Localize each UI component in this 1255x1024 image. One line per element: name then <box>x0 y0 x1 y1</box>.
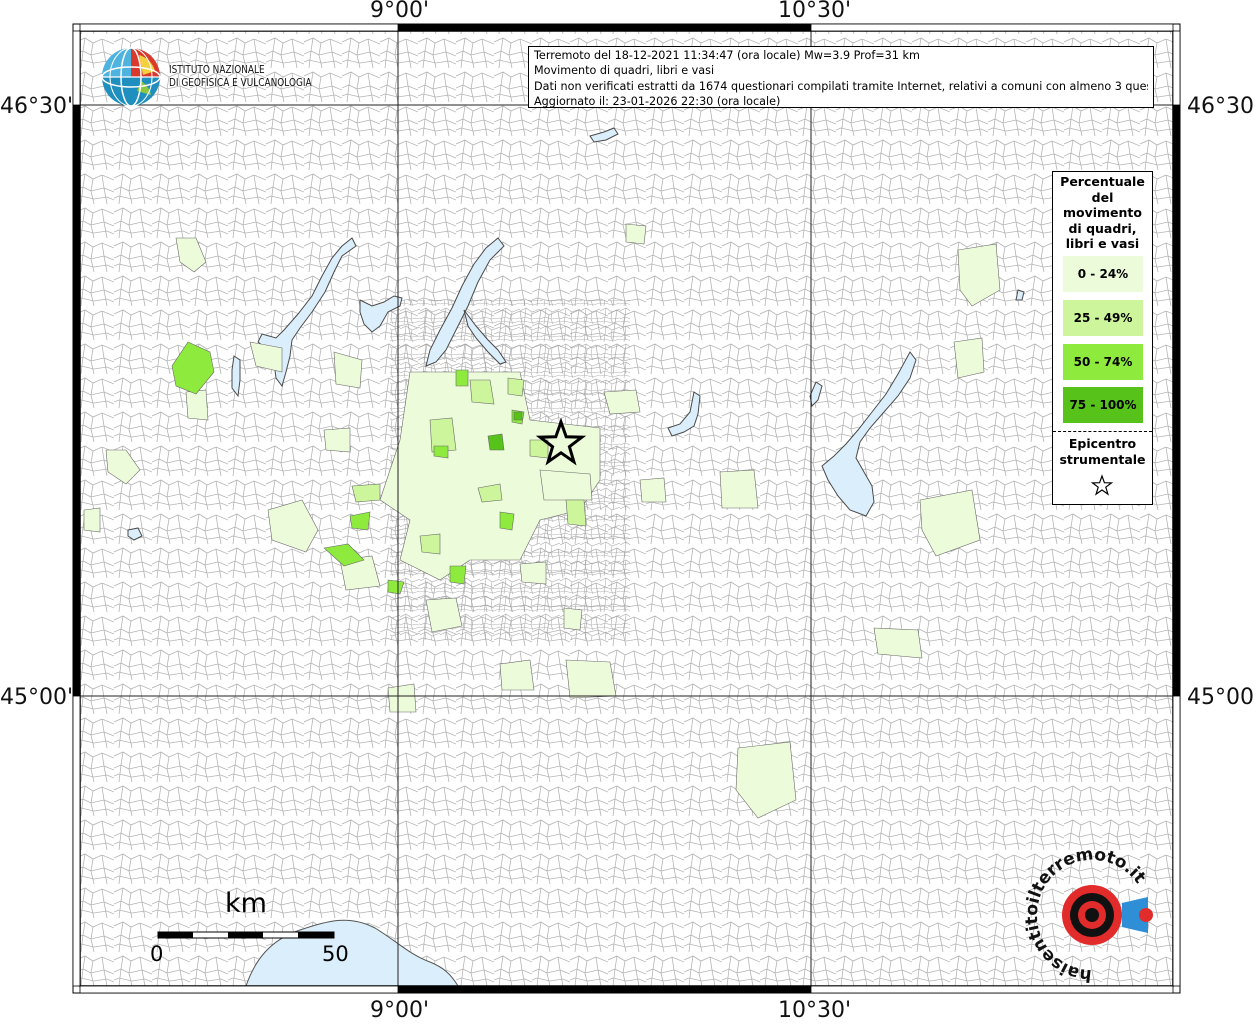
area-0-24 <box>565 659 617 699</box>
area-0-24 <box>953 337 985 379</box>
legend-title-line: del <box>1091 189 1114 205</box>
area-0-24 <box>603 389 641 415</box>
area-50-74 <box>433 445 449 459</box>
legend-title: Percentuale del movimento di quadri, lib… <box>1053 174 1152 252</box>
info-data-note: Dati non verificati estratti da 1674 que… <box>534 79 1148 93</box>
ingv-logo-icon <box>101 47 161 107</box>
area-0-24 <box>425 597 463 633</box>
area-50-74 <box>499 511 515 531</box>
area-0-24 <box>83 507 101 533</box>
area-25-49 <box>565 499 587 527</box>
ingv-line-1: ISTITUTO NAZIONALE <box>169 64 265 76</box>
lake-small-3 <box>1015 289 1025 301</box>
area-0-24 <box>499 659 535 691</box>
area-0-24 <box>563 607 583 631</box>
info-parameter: Movimento di quadri, libri e vasi <box>534 64 715 78</box>
legend-epicentre-label: Epicentro strumentale <box>1053 436 1152 467</box>
area-75-100 <box>513 411 523 421</box>
legend-title-line: libri e vasi <box>1065 236 1140 251</box>
legend-class-75-100: 75 - 100% <box>1063 387 1143 423</box>
area-75-100 <box>487 433 505 451</box>
legend-class-0-24: 0 - 24% <box>1063 256 1143 292</box>
area-25-49 <box>507 377 525 397</box>
lon-label-top-left: 9°00' <box>370 0 430 23</box>
area-50-74 <box>455 369 469 387</box>
area-25-49 <box>469 379 495 405</box>
hai-sentito-logo-text: haisentitoilterremoto.it <box>1022 844 1150 985</box>
ingv-line-2: DI GEOFISICA E VULCANOLOGIA <box>169 77 312 89</box>
area-0-24 <box>185 389 209 421</box>
lat-label-left-bottom: 45°00' <box>0 685 74 710</box>
scale-unit: km <box>225 888 267 919</box>
area-50-74 <box>449 565 467 585</box>
legend-epicentre-line: strumentale <box>1059 451 1146 467</box>
legend-separator <box>1053 431 1152 432</box>
lat-label-left-top: 46°30' <box>0 94 74 119</box>
legend-title-line: di quadri, <box>1068 220 1137 236</box>
lat-label-right-bottom: 45°00' <box>1187 685 1255 710</box>
earthquake-info-box: Terremoto del 18-12-2021 11:34:47 (ora l… <box>528 46 1154 108</box>
info-event: Terremoto del 18-12-2021 11:34:47 (ora l… <box>534 49 920 62</box>
area-0-24 <box>387 683 417 713</box>
legend-title-line: movimento <box>1062 205 1142 220</box>
scale-bar <box>157 931 335 939</box>
logo-site-name: haisentitoilterremoto.it <box>1022 844 1150 985</box>
legend-class-25-49: 25 - 49% <box>1063 300 1143 336</box>
area-25-49 <box>419 533 441 555</box>
lon-label-top-right: 10°30' <box>778 0 852 23</box>
legend-title-line: Percentuale <box>1060 174 1145 189</box>
legend-class-50-74: 50 - 74% <box>1063 344 1143 380</box>
scale-start: 0 <box>150 942 164 966</box>
lat-label-right-top: 46°30' <box>1187 94 1255 119</box>
info-updated: Aggiornato il: 23-01-2026 22:30 (ora loc… <box>534 94 781 108</box>
area-0-24 <box>323 427 351 453</box>
legend-epicentre-line: Epicentro <box>1068 436 1137 451</box>
area-0-24 <box>639 477 667 503</box>
area-0-24 <box>873 627 923 659</box>
legend-star-icon <box>1090 474 1114 496</box>
ingv-institute-name: ISTITUTO NAZIONALE DI GEOFISICA E VULCAN… <box>169 64 312 90</box>
lake-orta <box>231 355 241 398</box>
scale-end: 50 <box>322 942 349 966</box>
area-0-24 <box>625 223 647 245</box>
lon-label-bottom-right: 10°30' <box>778 998 852 1023</box>
lon-label-bottom-left: 9°00' <box>370 998 430 1023</box>
area-0-24 <box>539 469 593 501</box>
area-0-24 <box>519 561 547 585</box>
svg-text:haisentitoilterremoto.it: haisentitoilterremoto.it <box>1022 844 1150 985</box>
area-0-24 <box>719 469 759 509</box>
legend: Percentuale del movimento di quadri, lib… <box>1052 171 1153 505</box>
area-25-49 <box>351 483 381 503</box>
